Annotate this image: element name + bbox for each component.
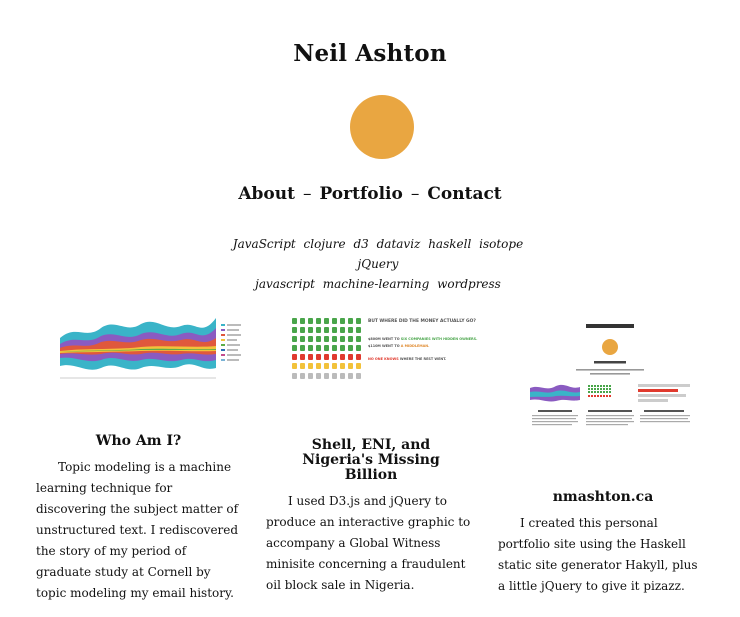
infographic-line: $110M WENT TO <box>368 344 401 348</box>
tag-link[interactable]: clojure <box>304 237 346 251</box>
site-preview-thumbnail[interactable] <box>526 310 696 440</box>
infographic-headline: BUT WHERE DID THE MONEY ACTUALLY GO? <box>368 318 476 324</box>
tag-row: JavaScript clojure d3 dataviz haskell is… <box>228 234 528 274</box>
nav-portfolio[interactable]: Portfolio <box>319 184 402 204</box>
money-infographic-thumbnail[interactable]: BUT WHERE DID THE MONEY ACTUALLY GO? $80… <box>288 310 478 390</box>
site-title[interactable]: Neil Ashton <box>0 40 740 67</box>
tag-row: javascript machine-learning wordpress <box>228 274 528 294</box>
nav-about[interactable]: About <box>238 184 295 204</box>
project-card-nigeria[interactable]: BUT WHERE DID THE MONEY ACTUALLY GO? $80… <box>266 310 478 596</box>
project-description: Topic modeling is a machine learning tec… <box>36 460 239 600</box>
project-title[interactable]: Who Am I? <box>36 434 241 449</box>
streamgraph-thumbnail[interactable] <box>56 310 246 390</box>
main-nav: About – Portfolio – Contact <box>0 184 740 204</box>
tag-link[interactable]: wordpress <box>437 277 501 291</box>
infographic-line: $800M WENT TO <box>368 337 401 341</box>
infographic-line: A MIDDLEMAN. <box>401 344 430 348</box>
tag-link[interactable]: haskell <box>428 237 471 251</box>
svg-text:$110M WENT TO A MIDDLEMAN.: $110M WENT TO A MIDDLEMAN. <box>368 344 429 348</box>
tag-link[interactable]: dataviz <box>377 237 421 251</box>
nav-separator: – <box>410 184 420 204</box>
infographic-line: NO ONE KNOWS <box>368 357 399 361</box>
project-card-who-am-i[interactable]: Who Am I? Topic modeling is a machine le… <box>36 310 241 604</box>
project-title[interactable]: nmashton.ca <box>498 490 708 505</box>
logo-dot[interactable] <box>350 95 414 159</box>
tag-link[interactable]: JavaScript <box>233 237 296 251</box>
infographic-line: WHERE THE REST WENT. <box>399 357 447 361</box>
tag-link[interactable]: isotope <box>479 237 523 251</box>
project-description: I used D3.js and jQuery to produce an in… <box>266 494 471 592</box>
infographic-line: SIX COMPANIES WITH HIDDEN OWNERS. <box>401 337 478 341</box>
tag-link[interactable]: d3 <box>353 237 368 251</box>
tag-link[interactable]: machine-learning <box>323 277 430 291</box>
tag-link[interactable]: javascript <box>255 277 315 291</box>
svg-text:$800M WENT TO SIX COMPANIES WI: $800M WENT TO SIX COMPANIES WITH HIDDEN … <box>368 337 477 341</box>
svg-text:NO ONE KNOWS WHERE THE REST WE: NO ONE KNOWS WHERE THE REST WENT. <box>368 357 446 361</box>
tag-link[interactable]: jQuery <box>358 257 399 271</box>
project-description: I created this personal portfolio site u… <box>498 516 698 593</box>
nav-separator: – <box>302 184 312 204</box>
project-card-nmashton[interactable]: nmashton.ca I created this personal port… <box>498 310 708 597</box>
project-title[interactable]: Shell, ENI, and Nigeria's Missing Billio… <box>266 438 476 483</box>
nav-contact[interactable]: Contact <box>427 184 501 204</box>
tag-cloud: JavaScript clojure d3 dataviz haskell is… <box>228 234 528 294</box>
